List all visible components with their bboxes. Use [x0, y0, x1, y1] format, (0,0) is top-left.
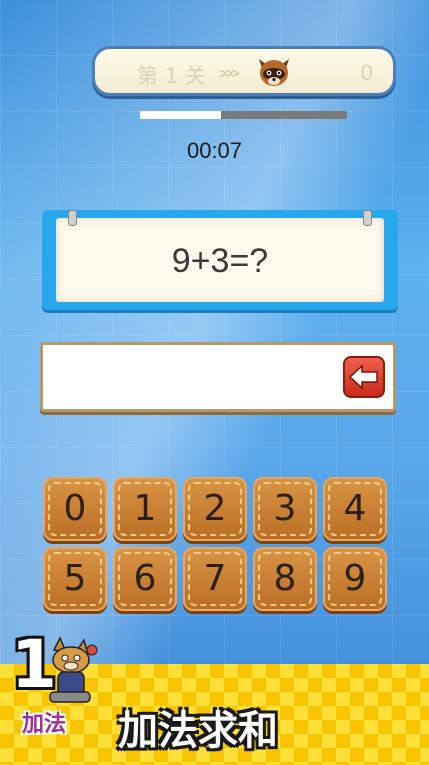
answer-field[interactable]	[40, 342, 396, 412]
key-9[interactable]: 9	[323, 547, 387, 611]
key-3[interactable]: 3	[253, 477, 317, 541]
question-paper: 9+3=?	[56, 210, 384, 302]
key-7[interactable]: 7	[183, 547, 247, 611]
score-value: 0	[360, 60, 373, 85]
level-bar: 第 1 关 >>> 0	[92, 46, 396, 96]
level-label: 第 1 关	[137, 64, 206, 88]
key-8[interactable]: 8	[253, 547, 317, 611]
question-text: 9+3=?	[171, 242, 269, 280]
mode-title: 加法求和	[118, 708, 278, 754]
raccoon-icon	[259, 59, 289, 86]
timer: 00:07	[186, 138, 243, 163]
key-5[interactable]: 5	[43, 547, 107, 611]
key-2[interactable]: 2	[183, 477, 247, 541]
backspace-icon	[348, 364, 378, 390]
question-card: 9+3=?	[42, 210, 398, 310]
pin-icon	[363, 210, 372, 226]
key-6[interactable]: 6	[113, 547, 177, 611]
badge-label: 加法	[22, 711, 67, 736]
time-progress-bar	[140, 111, 347, 119]
key-4[interactable]: 4	[323, 477, 387, 541]
progress-arrows: >>>	[219, 65, 239, 81]
pin-icon	[68, 210, 77, 226]
backspace-button[interactable]	[343, 356, 385, 398]
key-0[interactable]: 0	[43, 477, 107, 541]
time-progress-fill	[140, 111, 221, 119]
game-screen: 第 1 关 >>> 0 00:07 9+3=? 0 1 2 3 4 5 6 7 …	[0, 0, 429, 765]
key-1[interactable]: 1	[113, 477, 177, 541]
mascot-icon	[49, 636, 98, 703]
